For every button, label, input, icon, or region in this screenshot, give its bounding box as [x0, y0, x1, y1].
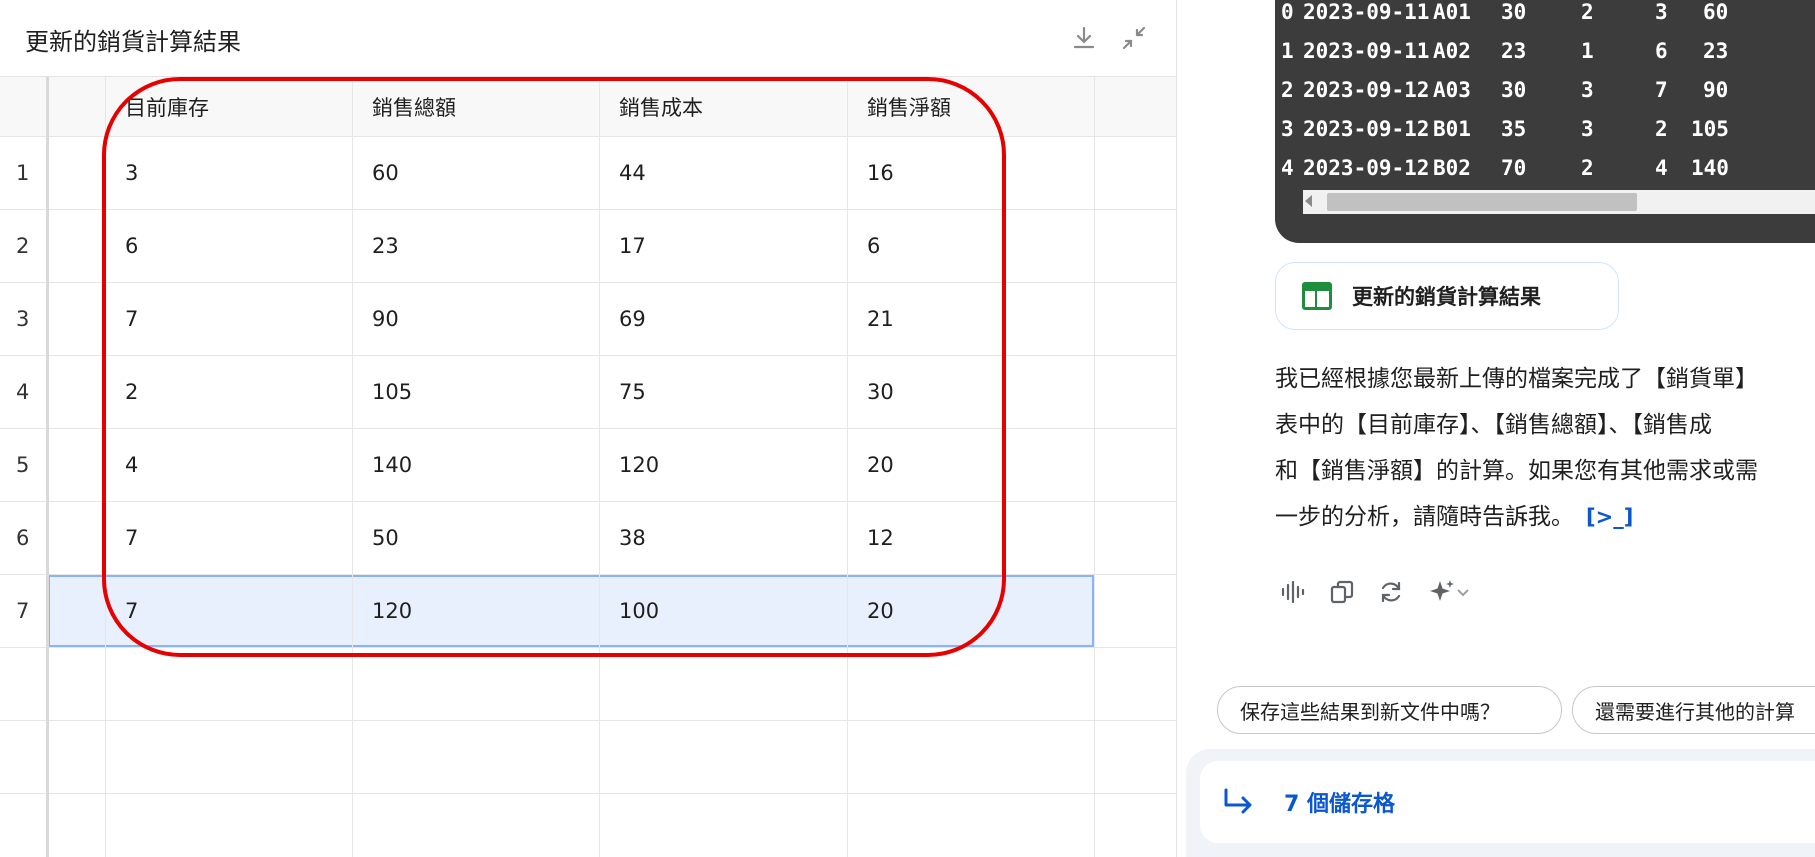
- table-cell[interactable]: 7: [105, 502, 352, 574]
- sheets-table-icon: [1302, 282, 1332, 310]
- scrollbar-thumb[interactable]: [1327, 193, 1637, 211]
- table-cell[interactable]: 69: [599, 283, 847, 355]
- table-cell[interactable]: 7: [105, 575, 352, 647]
- chevron-down-icon: [1457, 589, 1469, 597]
- download-icon[interactable]: [1068, 22, 1100, 54]
- table-cell[interactable]: 140: [352, 429, 599, 501]
- row-number[interactable]: 6: [0, 502, 48, 574]
- voice-icon[interactable]: [1275, 574, 1311, 610]
- column-header-row: 目前庫存 銷售總額 銷售成本 銷售淨額: [0, 77, 1176, 137]
- sparkle-icon[interactable]: [1422, 574, 1478, 610]
- table-cell[interactable]: 6: [105, 210, 352, 282]
- column-divider: [847, 77, 848, 857]
- row-number[interactable]: 5: [0, 429, 48, 501]
- table-row: 6 7 50 38 12: [0, 502, 1176, 575]
- input-context-bar: 7 個儲存格: [1186, 749, 1815, 857]
- spreadsheet-grid: 目前庫存 銷售總額 銷售成本 銷售淨額 1 3 60 44 16 2 6 23 …: [0, 77, 1176, 857]
- column-header[interactable]: 銷售總額: [352, 77, 599, 136]
- table-cell[interactable]: 23: [352, 210, 599, 282]
- show-code-button[interactable]: [>_]: [1586, 494, 1633, 540]
- collapse-icon[interactable]: [1118, 22, 1150, 54]
- column-divider: [599, 77, 600, 857]
- column-header[interactable]: 目前庫存: [105, 77, 352, 136]
- response-line: 我已經根據您最新上傳的檔案完成了【銷貨單】: [1275, 366, 1758, 392]
- table-row: 4 2 105 75 30: [0, 356, 1176, 429]
- spreadsheet-panel: 更新的銷貨計算結果 目前庫存 銷售總額 銷售成本 銷售淨額 1 3 60 44 …: [0, 0, 1177, 857]
- response-line: 一步的分析，請隨時告訴我。: [1275, 504, 1574, 530]
- table-chip-label: 更新的銷貨計算結果: [1352, 285, 1541, 309]
- corner-cell[interactable]: [0, 77, 48, 136]
- response-line: 和【銷售淨額】的計算。如果您有其他需求或需: [1275, 458, 1758, 484]
- table-cell[interactable]: 6: [847, 210, 1094, 282]
- table-cell[interactable]: 17: [599, 210, 847, 282]
- table-cell[interactable]: 30: [847, 356, 1094, 428]
- code-output-block: 0 2023-09-11 A01 30 2 3 60 1 2023-09-11 A02 23 1 6 2…: [1275, 0, 1815, 243]
- table-cell[interactable]: 3: [105, 137, 352, 209]
- regenerate-icon[interactable]: [1373, 574, 1409, 610]
- table-cell[interactable]: 20: [847, 429, 1094, 501]
- table-cell[interactable]: 7: [105, 283, 352, 355]
- output-row: 2 2023-09-12 A03 30 3 7 90: [1281, 78, 1729, 102]
- frozen-column-divider[interactable]: [46, 77, 49, 857]
- column-divider: [1094, 77, 1095, 857]
- table-result-chip[interactable]: 更新的銷貨計算結果: [1275, 262, 1619, 330]
- output-row: 0 2023-09-11 A01 30 2 3 60: [1281, 0, 1729, 24]
- chat-panel: 0 2023-09-11 A01 30 2 3 60 1 2023-09-11 A02 23 1 6 2…: [1178, 0, 1815, 857]
- table-cell[interactable]: 21: [847, 283, 1094, 355]
- empty-row: [0, 794, 1176, 857]
- suggestion-chip[interactable]: 保存這些結果到新文件中嗎？: [1217, 686, 1562, 734]
- table-cell[interactable]: 12: [847, 502, 1094, 574]
- table-row: 2 6 23 17 6: [0, 210, 1176, 283]
- table-cell[interactable]: 60: [352, 137, 599, 209]
- row-number[interactable]: 4: [0, 356, 48, 428]
- table-cell[interactable]: 90: [352, 283, 599, 355]
- selection-count-label: 7 個儲存格: [1284, 792, 1395, 817]
- table-row: 5 4 140 120 20: [0, 429, 1176, 502]
- response-line-last: 一步的分析，請隨時告訴我。 [>_]: [1275, 494, 1815, 540]
- table-cell[interactable]: 16: [847, 137, 1094, 209]
- table-cell[interactable]: 50: [352, 502, 599, 574]
- output-row: 4 2023-09-12 B02 70 2 4 140: [1281, 156, 1729, 180]
- column-divider: [352, 77, 353, 857]
- selected-cells-chip[interactable]: 7 個儲存格: [1200, 761, 1815, 843]
- table-cell[interactable]: 75: [599, 356, 847, 428]
- table-cell[interactable]: 120: [352, 575, 599, 647]
- suggestion-chip[interactable]: 還需要進行其他的計算: [1572, 686, 1815, 734]
- table-cell[interactable]: 38: [599, 502, 847, 574]
- table-cell[interactable]: 20: [847, 575, 1094, 647]
- table-cell[interactable]: 2: [105, 356, 352, 428]
- column-header[interactable]: 銷售成本: [599, 77, 847, 136]
- copy-icon[interactable]: [1324, 574, 1360, 610]
- table-cell[interactable]: 120: [599, 429, 847, 501]
- row-number[interactable]: 1: [0, 137, 48, 209]
- empty-row: [0, 648, 1176, 721]
- assistant-response: 我已經根據您最新上傳的檔案完成了【銷貨單】 表中的【目前庫存】、【銷售總額】、【…: [1275, 356, 1815, 540]
- table-cell[interactable]: 44: [599, 137, 847, 209]
- output-row: 1 2023-09-11 A02 23 1 6 23: [1281, 39, 1729, 63]
- horizontal-scrollbar[interactable]: [1303, 190, 1815, 214]
- scroll-left-arrow-icon[interactable]: [1305, 195, 1312, 207]
- output-row: 3 2023-09-12 B01 35 3 2 105: [1281, 117, 1729, 141]
- panel-header: 更新的銷貨計算結果: [0, 0, 1176, 77]
- table-row: 1 3 60 44 16: [0, 137, 1176, 210]
- arrow-return-icon: [1224, 788, 1252, 814]
- table-row-selected: 7 7 120 100 20: [0, 575, 1176, 648]
- panel-title: 更新的銷貨計算結果: [25, 28, 241, 56]
- table-row: 3 7 90 69 21: [0, 283, 1176, 356]
- table-cell[interactable]: 105: [352, 356, 599, 428]
- table-cell[interactable]: 4: [105, 429, 352, 501]
- empty-row: [0, 721, 1176, 794]
- column-divider: [105, 77, 106, 857]
- response-line: 表中的【目前庫存】、【銷售總額】、【銷售成: [1275, 412, 1712, 438]
- row-number[interactable]: 3: [0, 283, 48, 355]
- row-number[interactable]: 7: [0, 575, 48, 647]
- table-cell[interactable]: 100: [599, 575, 847, 647]
- column-header[interactable]: 銷售淨額: [847, 77, 1094, 136]
- row-number[interactable]: 2: [0, 210, 48, 282]
